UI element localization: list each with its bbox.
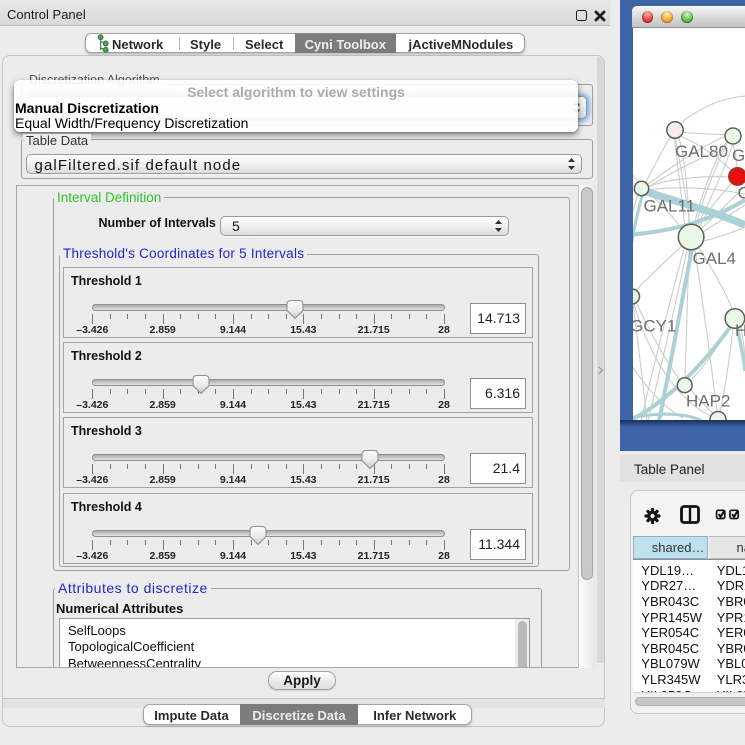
svg-text:H: H bbox=[735, 321, 745, 340]
svg-text:GAL4: GAL4 bbox=[693, 249, 736, 268]
svg-text:C: C bbox=[738, 183, 745, 202]
svg-text:GAL11: GAL11 bbox=[644, 196, 696, 215]
svg-text:HAP2: HAP2 bbox=[686, 391, 730, 410]
svg-text:GAL80: GAL80 bbox=[675, 142, 728, 161]
svg-text:GCY1: GCY1 bbox=[633, 316, 676, 335]
svg-text:GA: GA bbox=[732, 146, 745, 165]
